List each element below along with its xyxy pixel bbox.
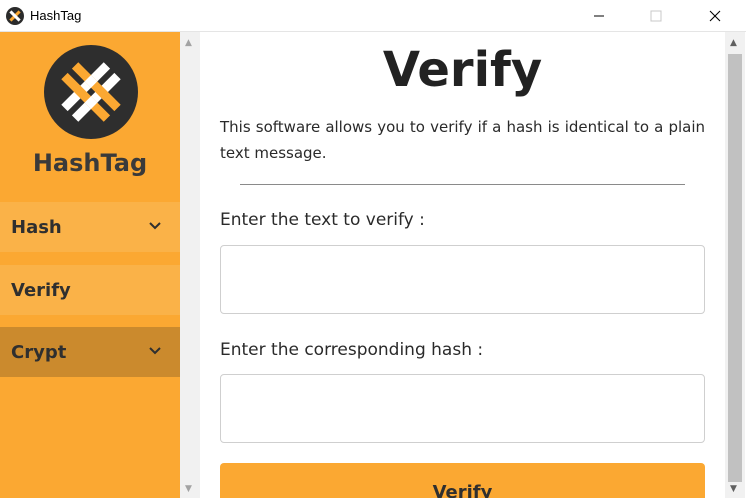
sidebar-item-hash[interactable]: Hash [0,202,180,252]
sidebar-item-label: Verify [11,279,71,301]
scroll-down-icon[interactable]: ▼ [185,484,192,494]
sidebar-item-label: Crypt [11,341,67,363]
scrollbar-thumb[interactable] [728,54,742,482]
brand-name: HashTag [32,149,148,177]
sidebar-item-label: Hash [11,216,62,238]
chevron-down-icon [149,222,161,230]
chevron-down-icon [149,347,161,355]
scroll-up-icon[interactable]: ▲ [185,38,192,48]
sidebar-item-crypt[interactable]: Crypt [0,327,180,377]
minimize-button[interactable] [576,0,622,32]
scroll-up-icon[interactable]: ▲ [730,38,737,48]
verify-button[interactable]: Verify [220,463,705,498]
hash-label: Enter the corresponding hash : [220,340,484,360]
maximize-icon [650,10,662,22]
scroll-down-icon[interactable]: ▼ [730,484,737,494]
sidebar-item-verify[interactable]: Verify [0,265,180,315]
main-content: Verify This software allows you to verif… [200,32,725,498]
window-title: HashTag [30,8,82,23]
title-bar: HashTag [0,0,746,32]
page-title: Verify [382,42,543,98]
text-label: Enter the text to verify : [220,210,425,230]
divider [240,184,685,185]
page-description: This software allows you to verify if a … [220,118,705,162]
minimize-icon [594,15,604,17]
close-icon [709,10,721,22]
hashtag-logo-icon [6,7,24,25]
maximize-button[interactable] [633,0,679,32]
hashtag-logo-icon [44,45,138,139]
sidebar: HashTag Hash Verify Crypt [0,32,180,498]
main-scrollbar[interactable]: ▲ ▼ [725,32,745,498]
sidebar-scrollbar[interactable]: ▲ ▼ [180,32,200,498]
close-button[interactable] [692,0,738,32]
hash-input[interactable] [220,374,705,443]
text-input[interactable] [220,245,705,314]
